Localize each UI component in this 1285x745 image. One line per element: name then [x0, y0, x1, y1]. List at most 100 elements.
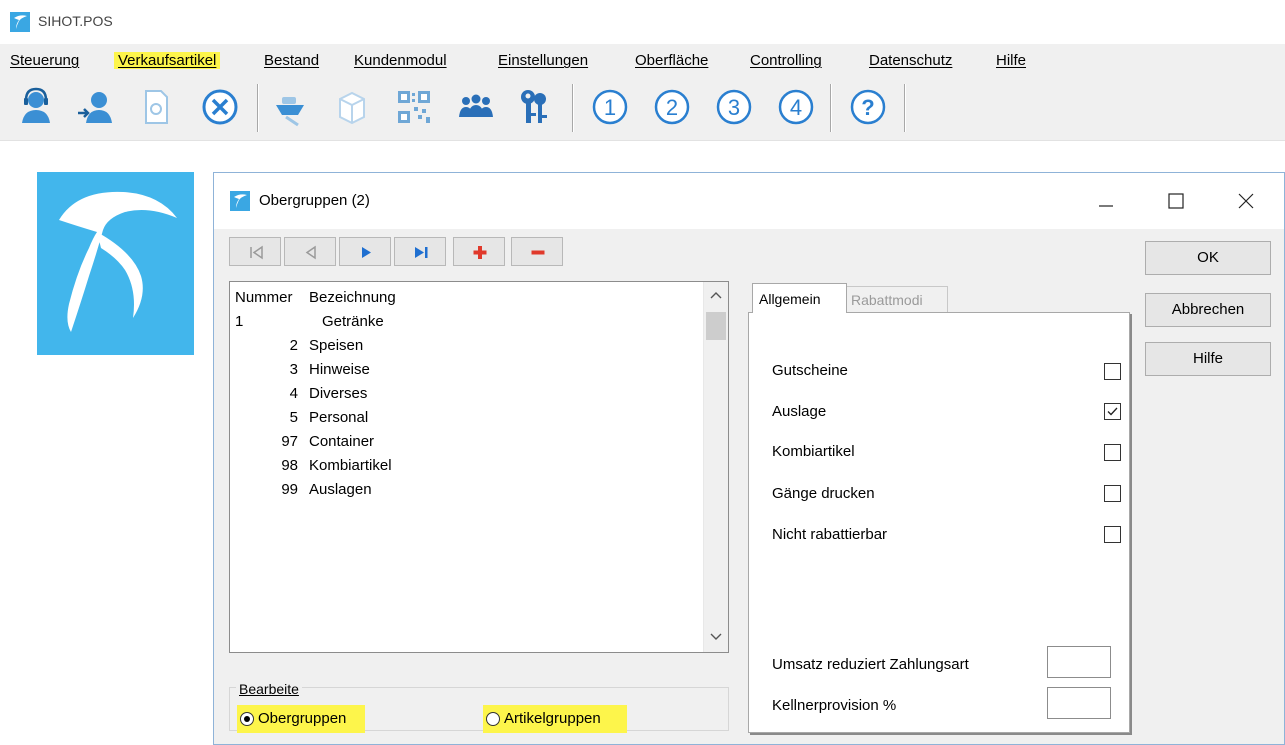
option-label-nicht-rabattierbar: Nicht rabattierbar — [772, 526, 888, 543]
list-row-number[interactable]: 3 — [290, 358, 298, 382]
list-row-number[interactable]: 2 — [290, 334, 298, 358]
field-label-umsatz: Umsatz reduziert Zahlungsart — [772, 656, 969, 673]
menu-hilfe[interactable]: Hilfe — [996, 52, 1026, 69]
qr-code-icon[interactable] — [392, 85, 436, 129]
svg-text:2: 2 — [666, 95, 678, 120]
obergruppen-dialog: Obergruppen (2) Nummer Bezeichnung 1 Get… — [213, 172, 1285, 745]
list-row-number[interactable]: 1 — [235, 310, 243, 334]
radio-label: Artikelgruppen — [504, 710, 601, 727]
toolbar: 1 2 3 4 ? — [0, 78, 1285, 141]
checkbox-gutscheine[interactable] — [1104, 363, 1121, 380]
list-row-name[interactable]: Container — [309, 430, 374, 454]
option-label-auslage: Auslage — [772, 403, 827, 420]
checkmark-icon — [1107, 407, 1118, 416]
menu-kundenmodul[interactable]: Kundenmodul — [354, 52, 447, 69]
checkbox-gaenge-drucken[interactable] — [1104, 485, 1121, 502]
option-label-gutscheine: Gutscheine — [772, 362, 848, 379]
option-label-gaenge-drucken: Gänge drucken — [772, 485, 875, 502]
checkbox-nicht-rabattierbar[interactable] — [1104, 526, 1121, 543]
toolbar-separator — [572, 84, 573, 132]
menu-datenschutz[interactable]: Datenschutz — [869, 52, 952, 69]
sihot-logo-icon — [10, 12, 30, 32]
list-row-number[interactable]: 97 — [281, 430, 298, 454]
add-record-button[interactable] — [453, 237, 505, 266]
list-row-name[interactable]: Diverses — [309, 382, 367, 406]
app-titlebar: SIHOT.POS — [0, 0, 1285, 44]
field-label-kellnerprovision: Kellnerprovision % — [772, 697, 897, 714]
column-header-bezeichnung[interactable]: Bezeichnung — [309, 286, 396, 310]
previous-record-button[interactable] — [284, 237, 336, 266]
list-row-name[interactable]: Hinweise — [309, 358, 370, 382]
toolbar-separator — [257, 84, 258, 132]
kellnerprovision-field[interactable] — [1047, 687, 1111, 719]
sihot-logo-icon — [230, 191, 250, 211]
scroll-up-icon[interactable] — [707, 288, 725, 302]
tab-allgemein[interactable]: Allgemein — [752, 283, 847, 313]
list-row-number[interactable]: 5 — [290, 406, 298, 430]
list-row-number[interactable]: 99 — [281, 478, 298, 502]
document-settings-icon[interactable] — [134, 85, 178, 129]
help-button[interactable]: Hilfe — [1145, 342, 1271, 376]
list-row-name[interactable]: Auslagen — [309, 478, 372, 502]
svg-text:3: 3 — [728, 95, 740, 120]
obergruppen-list[interactable]: Nummer Bezeichnung 1 Getränke 2 Speisen … — [229, 281, 729, 653]
list-row-name[interactable]: Getränke — [322, 310, 384, 334]
menu-bestand[interactable]: Bestand — [264, 52, 319, 69]
tab-rabattmodi[interactable]: Rabattmodi — [844, 286, 948, 313]
svg-text:?: ? — [861, 95, 874, 120]
radio-obergruppen[interactable]: Obergruppen — [237, 705, 365, 733]
list-scrollbar[interactable] — [703, 282, 728, 652]
umsatz-zahlungsart-field[interactable] — [1047, 646, 1111, 678]
column-header-nummer[interactable]: Nummer — [235, 286, 293, 310]
menu-steuerung[interactable]: Steuerung — [10, 52, 79, 69]
checkbox-auslage[interactable] — [1104, 403, 1121, 420]
help-icon[interactable]: ? — [846, 85, 890, 129]
menu-controlling[interactable]: Controlling — [750, 52, 822, 69]
list-row-name[interactable]: Speisen — [309, 334, 363, 358]
svg-text:1: 1 — [604, 95, 616, 120]
package-icon[interactable] — [330, 85, 374, 129]
cancel-button[interactable]: Abbrechen — [1145, 293, 1271, 327]
menu-verkaufsartikel[interactable]: Verkaufsartikel — [114, 52, 221, 69]
number-1-icon[interactable]: 1 — [588, 85, 632, 129]
checkbox-kombiartikel[interactable] — [1104, 444, 1121, 461]
svg-text:4: 4 — [790, 95, 802, 120]
toolbar-separator — [904, 84, 905, 132]
remove-record-button[interactable] — [511, 237, 563, 266]
next-record-button[interactable] — [339, 237, 391, 266]
last-record-button[interactable] — [394, 237, 446, 266]
menu-oberflaeche[interactable]: Oberfläche — [635, 52, 708, 69]
user-login-icon[interactable] — [74, 85, 118, 129]
option-label-kombiartikel: Kombiartikel — [772, 443, 855, 460]
group-users-icon[interactable] — [454, 85, 498, 129]
first-record-button[interactable] — [229, 237, 281, 266]
keys-icon[interactable] — [512, 85, 556, 129]
radio-artikelgruppen[interactable]: Artikelgruppen — [483, 705, 627, 733]
number-3-icon[interactable]: 3 — [712, 85, 756, 129]
ok-button[interactable]: OK — [1145, 241, 1271, 275]
allgemein-panel: Gutscheine Auslage Kombiartikel Gänge dr… — [748, 312, 1130, 733]
close-icon[interactable] — [1231, 187, 1261, 215]
cancel-circle-icon[interactable] — [198, 85, 242, 129]
list-row-name[interactable]: Personal — [309, 406, 368, 430]
groupbox-label: Bearbeite — [236, 681, 302, 697]
minimize-icon[interactable] — [1091, 187, 1121, 215]
list-row-number[interactable]: 98 — [281, 454, 298, 478]
menu-bar: Steuerung Verkaufsartikel Bestand Kunden… — [0, 44, 1285, 78]
maximize-icon[interactable] — [1161, 187, 1191, 215]
brand-logo — [37, 172, 194, 355]
list-row-name[interactable]: Kombiartikel — [309, 454, 392, 478]
scrollbar-thumb[interactable] — [706, 312, 726, 340]
menu-einstellungen[interactable]: Einstellungen — [498, 52, 588, 69]
toolbar-separator — [830, 84, 831, 132]
dialog-titlebar: Obergruppen (2) — [214, 173, 1284, 229]
number-4-icon[interactable]: 4 — [774, 85, 818, 129]
number-2-icon[interactable]: 2 — [650, 85, 694, 129]
list-row-number[interactable]: 4 — [290, 382, 298, 406]
radio-selected-icon[interactable] — [240, 712, 254, 726]
user-headset-icon[interactable] — [14, 85, 58, 129]
soap-dish-icon[interactable] — [268, 85, 312, 129]
radio-unselected-icon[interactable] — [486, 712, 500, 726]
app-title: SIHOT.POS — [38, 13, 113, 29]
scroll-down-icon[interactable] — [707, 630, 725, 644]
